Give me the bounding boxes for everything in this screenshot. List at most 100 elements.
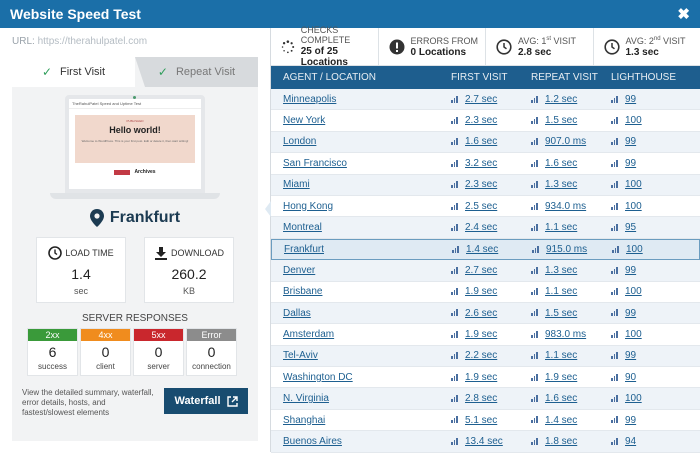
repeat-visit-link[interactable]: 1.3 sec — [545, 179, 577, 190]
location-link[interactable]: Hong Kong — [283, 201, 333, 212]
table-row[interactable]: Washington DC 1.9 sec 1.9 sec 90 — [271, 367, 700, 388]
table-row[interactable]: Hong Kong 2.5 sec 934.0 ms 100 — [271, 196, 700, 217]
repeat-visit-link[interactable]: 1.4 sec — [545, 415, 577, 426]
first-visit-link[interactable]: 1.6 sec — [465, 136, 497, 147]
repeat-visit-link[interactable]: 1.5 sec — [545, 115, 577, 126]
lighthouse-link[interactable]: 100 — [625, 286, 642, 297]
table-cell: 5.1 sec — [451, 415, 531, 426]
lighthouse-link[interactable]: 99 — [625, 415, 636, 426]
repeat-visit-link[interactable]: 934.0 ms — [545, 201, 586, 212]
location-link[interactable]: Frankfurt — [284, 244, 324, 255]
tab-first-visit[interactable]: ✓ First Visit — [12, 57, 135, 87]
repeat-visit-link[interactable]: 1.5 sec — [545, 308, 577, 319]
first-visit-link[interactable]: 3.2 sec — [465, 158, 497, 169]
location-link[interactable]: Miami — [283, 179, 310, 190]
lighthouse-link[interactable]: 100 — [626, 244, 643, 255]
repeat-visit-link[interactable]: 907.0 ms — [545, 136, 586, 147]
table-row[interactable]: N. Virginia 2.8 sec 1.6 sec 100 — [271, 388, 700, 409]
table-row[interactable]: Frankfurt 1.4 sec 915.0 ms 100 — [271, 239, 700, 260]
table-row[interactable]: Miami 2.3 sec 1.3 sec 100 — [271, 175, 700, 196]
location-link[interactable]: Amsterdam — [283, 329, 334, 340]
lighthouse-link[interactable]: 100 — [625, 115, 642, 126]
lighthouse-link[interactable]: 99 — [625, 350, 636, 361]
table-row[interactable]: London 1.6 sec 907.0 ms 99 — [271, 132, 700, 153]
lighthouse-link[interactable]: 94 — [625, 436, 636, 447]
first-visit-link[interactable]: 2.2 sec — [465, 350, 497, 361]
location-link[interactable]: Denver — [283, 265, 315, 276]
chart-icon — [531, 374, 539, 381]
location-link[interactable]: Dallas — [283, 308, 311, 319]
repeat-visit-link[interactable]: 1.3 sec — [545, 265, 577, 276]
lighthouse-link[interactable]: 99 — [625, 265, 636, 276]
repeat-visit-link[interactable]: 1.2 sec — [545, 94, 577, 105]
table-row[interactable]: Buenos Aires 13.4 sec 1.8 sec 94 — [271, 431, 700, 452]
table-row[interactable]: Montreal 2.4 sec 1.1 sec 95 — [271, 217, 700, 238]
lighthouse-link[interactable]: 100 — [625, 201, 642, 212]
first-visit-link[interactable]: 1.9 sec — [465, 286, 497, 297]
lighthouse-link[interactable]: 100 — [625, 393, 642, 404]
col-header-location[interactable]: AGENT / LOCATION — [271, 72, 451, 83]
repeat-visit-link[interactable]: 1.6 sec — [545, 158, 577, 169]
col-header-first-visit[interactable]: FIRST VISIT — [451, 72, 531, 83]
first-visit-link[interactable]: 13.4 sec — [465, 436, 503, 447]
table-row[interactable]: Denver 2.7 sec 1.3 sec 99 — [271, 260, 700, 281]
load-time-unit: sec — [37, 286, 125, 296]
repeat-visit-link[interactable]: 1.6 sec — [545, 393, 577, 404]
title-bar: Website Speed Test ✖ — [0, 0, 700, 28]
first-visit-link[interactable]: 1.9 sec — [465, 372, 497, 383]
first-visit-link[interactable]: 2.7 sec — [465, 265, 497, 276]
location-link[interactable]: Shanghai — [283, 415, 325, 426]
table-row[interactable]: Minneapolis 2.7 sec 1.2 sec 99 — [271, 89, 700, 110]
lighthouse-link[interactable]: 100 — [625, 329, 642, 340]
col-header-repeat-visit[interactable]: REPEAT VISIT — [531, 72, 611, 83]
repeat-visit-link[interactable]: 1.9 sec — [545, 372, 577, 383]
table-row[interactable]: New York 2.3 sec 1.5 sec 100 — [271, 110, 700, 131]
first-visit-link[interactable]: 2.3 sec — [465, 115, 497, 126]
table-row[interactable]: Dallas 2.6 sec 1.5 sec 99 — [271, 303, 700, 324]
first-visit-link[interactable]: 1.4 sec — [466, 244, 498, 255]
waterfall-description: View the detailed summary, waterfall, er… — [22, 388, 157, 418]
first-visit-link[interactable]: 5.1 sec — [465, 415, 497, 426]
location-link[interactable]: London — [283, 136, 316, 147]
table-row[interactable]: Amsterdam 1.9 sec 983.0 ms 100 — [271, 324, 700, 345]
first-visit-link[interactable]: 2.8 sec — [465, 393, 497, 404]
col-header-lighthouse[interactable]: LIGHTHOUSE — [611, 72, 691, 83]
table-row[interactable]: Brisbane 1.9 sec 1.1 sec 100 — [271, 282, 700, 303]
repeat-visit-link[interactable]: 1.1 sec — [545, 286, 577, 297]
repeat-visit-link[interactable]: 1.1 sec — [545, 350, 577, 361]
location-link[interactable]: Buenos Aires — [283, 436, 342, 447]
tab-repeat-visit[interactable]: ✓ Repeat Visit — [135, 57, 258, 87]
table-cell: 99 — [611, 158, 691, 169]
lighthouse-link[interactable]: 99 — [625, 94, 636, 105]
first-visit-link[interactable]: 2.3 sec — [465, 179, 497, 190]
first-visit-link[interactable]: 2.7 sec — [465, 94, 497, 105]
location-link[interactable]: N. Virginia — [283, 393, 329, 404]
stat-avg-second-label-post: VISIT — [661, 36, 686, 46]
first-visit-link[interactable]: 1.9 sec — [465, 329, 497, 340]
repeat-visit-link[interactable]: 1.8 sec — [545, 436, 577, 447]
location-link[interactable]: Tel-Aviv — [283, 350, 318, 361]
repeat-visit-link[interactable]: 1.1 sec — [545, 222, 577, 233]
table-row[interactable]: Shanghai 5.1 sec 1.4 sec 99 — [271, 410, 700, 431]
location-link[interactable]: San Francisco — [283, 158, 347, 169]
first-visit-link[interactable]: 2.4 sec — [465, 222, 497, 233]
waterfall-button[interactable]: Waterfall — [164, 388, 248, 414]
lighthouse-link[interactable]: 95 — [625, 222, 636, 233]
location-link[interactable]: Brisbane — [283, 286, 322, 297]
first-visit-link[interactable]: 2.5 sec — [465, 201, 497, 212]
location-link[interactable]: New York — [283, 115, 325, 126]
location-link[interactable]: Washington DC — [283, 372, 353, 383]
table-row[interactable]: Tel-Aviv 2.2 sec 1.1 sec 99 — [271, 346, 700, 367]
first-visit-link[interactable]: 2.6 sec — [465, 308, 497, 319]
lighthouse-link[interactable]: 99 — [625, 308, 636, 319]
table-row[interactable]: San Francisco 3.2 sec 1.6 sec 99 — [271, 153, 700, 174]
lighthouse-link[interactable]: 100 — [625, 179, 642, 190]
lighthouse-link[interactable]: 99 — [625, 136, 636, 147]
repeat-visit-link[interactable]: 983.0 ms — [545, 329, 586, 340]
location-link[interactable]: Montreal — [283, 222, 322, 233]
close-icon[interactable]: ✖ — [677, 5, 690, 23]
lighthouse-link[interactable]: 99 — [625, 158, 636, 169]
location-link[interactable]: Minneapolis — [283, 94, 336, 105]
lighthouse-link[interactable]: 90 — [625, 372, 636, 383]
repeat-visit-link[interactable]: 915.0 ms — [546, 244, 587, 255]
